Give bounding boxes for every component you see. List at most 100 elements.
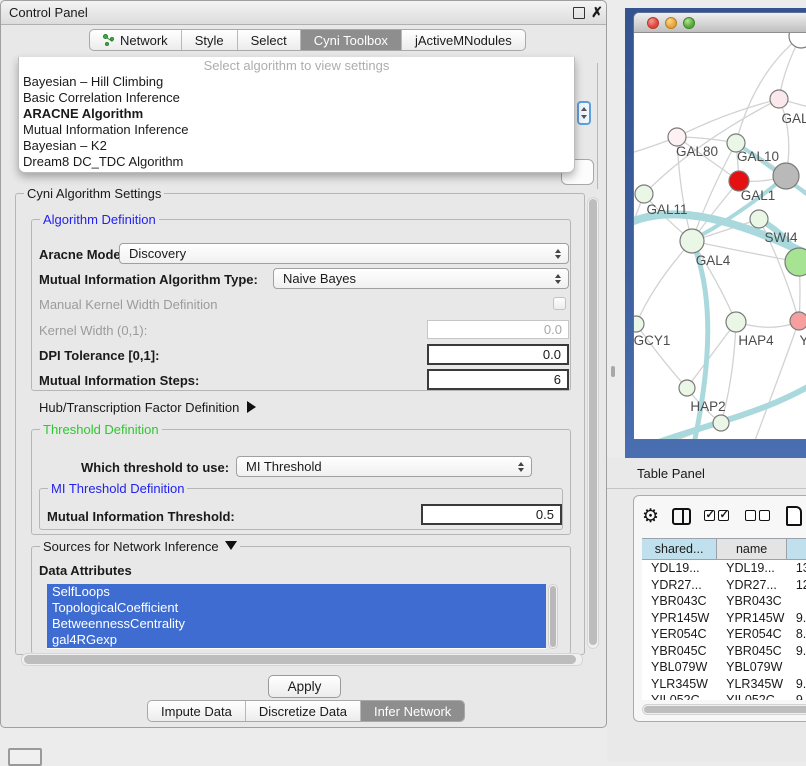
aracne-mode-label: Aracne Mode:	[39, 247, 125, 262]
kernel-width-field[interactable]: 0.0	[427, 320, 569, 339]
table-row[interactable]: YER054CYER054C8.	[642, 626, 806, 643]
settings-vertical-scrollbar[interactable]	[587, 197, 599, 649]
group-title: Algorithm Definition	[40, 212, 159, 227]
table-column-header[interactable]: A	[787, 539, 806, 559]
network-node[interactable]	[785, 248, 806, 276]
tab-cyni-toolbox[interactable]: Cyni Toolbox	[301, 30, 402, 50]
settings-horizontal-scrollbar[interactable]	[21, 653, 583, 666]
mi-steps-field[interactable]: 6	[427, 369, 569, 390]
network-node[interactable]	[789, 33, 806, 48]
network-node[interactable]	[713, 415, 729, 431]
mi-threshold-field[interactable]: 0.5	[421, 504, 562, 525]
node-table[interactable]: shared...nameA YDL19...YDL19...13YDR27..…	[642, 538, 806, 700]
network-node-gal11[interactable]	[635, 185, 653, 203]
dpi-tolerance-field[interactable]: 0.0	[427, 344, 569, 365]
network-node-swi4[interactable]	[750, 210, 768, 228]
export-table-icon[interactable]	[786, 506, 802, 526]
table-cell: YBL079W	[717, 660, 787, 674]
which-threshold-combo[interactable]: MI Threshold	[236, 456, 532, 477]
attribute-item[interactable]: TopologicalCoefficient	[47, 600, 546, 616]
collapsed-panel-icon[interactable]	[8, 748, 42, 766]
tab-discretize-data[interactable]: Discretize Data	[246, 701, 361, 721]
table-column-header[interactable]: shared...	[642, 539, 717, 559]
deselect-all-columns-icon[interactable]	[745, 509, 773, 524]
aracne-mode-combo[interactable]: Discovery	[119, 243, 569, 264]
network-node-hap4[interactable]	[726, 312, 746, 332]
cyni-mode-tabs: Impute Data Discretize Data Infer Networ…	[147, 700, 465, 722]
tab-network[interactable]: Network	[90, 30, 182, 50]
tab-impute-data[interactable]: Impute Data	[148, 701, 246, 721]
algorithm-option[interactable]: ARACNE Algorithm	[19, 106, 574, 122]
tab-select[interactable]: Select	[238, 30, 301, 50]
mi-steps-label: Mutual Information Steps:	[39, 373, 199, 388]
chevron-right-icon	[247, 401, 256, 413]
algorithm-option[interactable]: Mutual Information Inference	[19, 122, 574, 138]
close-icon[interactable]: ✗	[591, 7, 603, 19]
table-column-header[interactable]: name	[717, 539, 787, 559]
attribute-item[interactable]: BetweennessCentrality	[47, 616, 546, 632]
mac-zoom-button[interactable]	[683, 17, 695, 29]
float-window-icon[interactable]	[573, 7, 585, 19]
apply-button[interactable]: Apply	[268, 675, 341, 698]
table-row[interactable]: YDR27...YDR27...12	[642, 577, 806, 594]
algorithm-select-dropdown: Select algorithm to view settings Bayesi…	[18, 57, 575, 173]
table-cell: YER054C	[717, 627, 787, 641]
gear-icon[interactable]: ⚙	[642, 507, 659, 526]
tab-jactivemnodules[interactable]: jActiveMNodules	[402, 30, 525, 50]
control-panel-titlebar[interactable]: Control Panel ✗	[1, 1, 606, 25]
network-node[interactable]	[773, 163, 799, 189]
network-node-y[interactable]	[790, 312, 806, 330]
attribute-list-scrollbar[interactable]	[548, 584, 558, 649]
table-panel-body: ⚙ shared...nameA YDL19...YDL19...13YDR27…	[633, 495, 806, 722]
data-attributes-list[interactable]: SelfLoopsTopologicalCoefficientBetweenne…	[47, 584, 546, 649]
mac-minimize-button[interactable]	[665, 17, 677, 29]
sources-title: Sources for Network Inference	[43, 539, 219, 554]
algorithm-option[interactable]: Dream8 DC_TDC Algorithm	[19, 154, 574, 170]
network-node-gal4[interactable]	[680, 229, 704, 253]
table-row[interactable]: YBR045CYBR045C9.	[642, 643, 806, 660]
network-node-hap2[interactable]	[679, 380, 695, 396]
table-row[interactable]: YBL079WYBL079W	[642, 659, 806, 676]
table-row[interactable]: YDL19...YDL19...13	[642, 560, 806, 577]
algorithm-option[interactable]: Bayesian – Hill Climbing	[19, 74, 574, 90]
combo-value: Naive Bayes	[283, 271, 356, 286]
table-cell: YDL19...	[642, 561, 717, 575]
panel-divider-grip[interactable]	[611, 366, 615, 377]
hub-definition-toggle[interactable]: Hub/Transcription Factor Definition	[39, 400, 256, 415]
columns-icon[interactable]	[672, 508, 691, 525]
tab-infer-network[interactable]: Infer Network	[361, 701, 464, 721]
table-cell: 9.	[787, 644, 806, 658]
table-cell: 12	[787, 578, 806, 592]
algorithm-option[interactable]: Basic Correlation Inference	[19, 90, 574, 106]
attribute-item[interactable]: gal4RGexp	[47, 632, 546, 648]
attribute-item[interactable]: SelfLoops	[47, 584, 546, 600]
table-toolbar: ⚙	[642, 502, 802, 530]
network-node-labels: GALGAL80GAL10GAL1GAL11SWI4GAL4GCY1HAP4YH…	[634, 111, 806, 414]
table-row[interactable]: YPR145WYPR145W9.	[642, 610, 806, 627]
kernel-width-label: Kernel Width (0,1):	[39, 323, 147, 338]
network-node-gal[interactable]	[770, 90, 788, 108]
mac-close-button[interactable]	[647, 17, 659, 29]
mi-threshold-label: Mutual Information Threshold:	[47, 509, 235, 524]
table-cell: 9.	[787, 677, 806, 691]
manual-kernel-checkbox[interactable]	[553, 297, 566, 310]
tab-label: Network	[120, 33, 168, 48]
network-node-gcy1[interactable]	[634, 316, 644, 332]
focused-spinner-button[interactable]	[577, 101, 591, 125]
select-all-columns-icon[interactable]	[704, 509, 732, 524]
tab-label: Infer Network	[374, 704, 451, 719]
table-cell: YIL052C	[717, 693, 787, 700]
table-row[interactable]: YBR043CYBR043C	[642, 593, 806, 610]
node-label: GAL	[781, 111, 806, 126]
algorithm-option[interactable]: Bayesian – K2	[19, 138, 574, 154]
network-window-titlebar[interactable]	[634, 13, 806, 33]
network-canvas[interactable]: GALGAL80GAL10GAL1GAL11SWI4GAL4GCY1HAP4YH…	[634, 33, 806, 440]
table-row[interactable]: YIL052CYIL052C9	[642, 692, 806, 700]
node-label: GAL10	[737, 149, 779, 164]
tab-style[interactable]: Style	[182, 30, 238, 50]
mi-type-combo[interactable]: Naive Bayes	[273, 268, 569, 289]
sources-toggle[interactable]: Sources for Network Inference	[40, 539, 240, 554]
tab-label: jActiveMNodules	[415, 33, 512, 48]
table-row[interactable]: YLR345WYLR345W9.	[642, 676, 806, 693]
table-horizontal-scrollbar[interactable]	[642, 704, 806, 715]
